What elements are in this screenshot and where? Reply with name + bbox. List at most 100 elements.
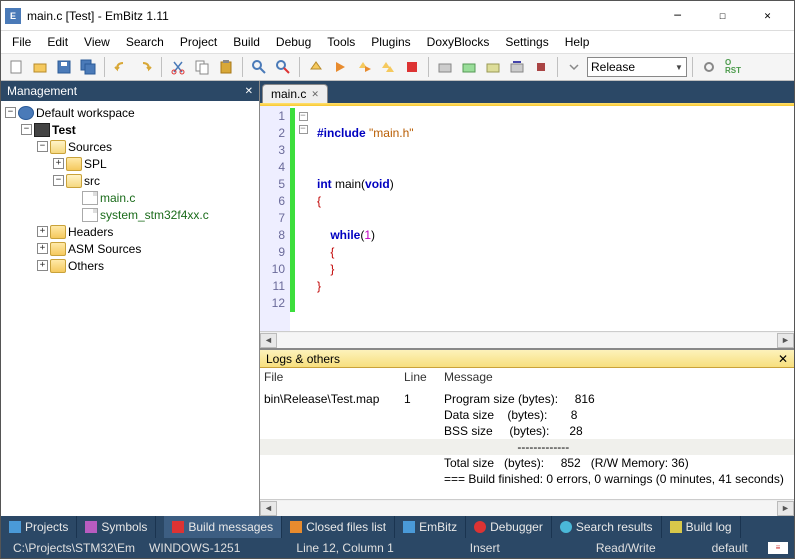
menu-search[interactable]: Search: [119, 33, 171, 51]
tree-expander[interactable]: −: [21, 124, 32, 135]
log-col-message[interactable]: Message: [444, 370, 790, 384]
build-run-icon[interactable]: [353, 56, 375, 78]
tree-expander[interactable]: +: [37, 260, 48, 271]
no-entry-icon: [474, 521, 486, 533]
tree-expander[interactable]: +: [53, 158, 64, 169]
code-content[interactable]: #include #include "main.h""main.h" int m…: [311, 106, 794, 331]
status-bar: C:\Projects\STM32\Em WINDOWS-1251 Line 1…: [1, 538, 794, 558]
project-label[interactable]: Test: [52, 123, 76, 137]
menu-doxyblocks[interactable]: DoxyBlocks: [420, 33, 497, 51]
spl-label[interactable]: SPL: [84, 157, 107, 171]
rebuild-icon[interactable]: [377, 56, 399, 78]
log-msg: BSS size (bytes): 28: [444, 423, 790, 439]
workspace-label[interactable]: Default workspace: [36, 106, 135, 120]
debug-step-icon[interactable]: [482, 56, 504, 78]
menu-file[interactable]: File: [5, 33, 38, 51]
stop-build-icon[interactable]: [401, 56, 423, 78]
editor-tab-main-c[interactable]: main.c ✕: [262, 84, 328, 103]
menu-project[interactable]: Project: [173, 33, 224, 51]
tab-closed-files[interactable]: Closed files list: [282, 516, 395, 538]
paste-icon[interactable]: [215, 56, 237, 78]
tab-embitz[interactable]: EmBitz: [395, 516, 466, 538]
menu-tools[interactable]: Tools: [320, 33, 362, 51]
debug-step-over-icon[interactable]: [506, 56, 528, 78]
tab-symbols[interactable]: Symbols: [77, 516, 156, 538]
folder-icon: [50, 242, 66, 256]
copy-icon[interactable]: [191, 56, 213, 78]
menu-debug[interactable]: Debug: [269, 33, 318, 51]
debug-stop-icon[interactable]: [530, 56, 552, 78]
fold-gutter[interactable]: −−: [295, 106, 311, 331]
target-dropdown-icon[interactable]: [563, 56, 585, 78]
log-msg: Total size (bytes): 852 (R/W Memory: 36): [444, 455, 790, 471]
folder-open-icon: [66, 174, 82, 188]
find-icon[interactable]: [248, 56, 270, 78]
undo-icon[interactable]: [110, 56, 132, 78]
new-file-icon[interactable]: [5, 56, 27, 78]
menu-build[interactable]: Build: [226, 33, 267, 51]
redo-icon[interactable]: [134, 56, 156, 78]
rst-icon[interactable]: ORST: [722, 56, 744, 78]
sources-label[interactable]: Sources: [68, 140, 112, 154]
status-lang-icon[interactable]: ≡: [768, 542, 788, 554]
tree-expander[interactable]: −: [53, 175, 64, 186]
run-icon[interactable]: [329, 56, 351, 78]
tab-search-results[interactable]: Search results: [552, 516, 662, 538]
projects-icon: [9, 521, 21, 533]
settings-icon[interactable]: [698, 56, 720, 78]
log-col-file[interactable]: File: [264, 370, 404, 384]
minimize-button[interactable]: ─: [655, 2, 700, 30]
src-label[interactable]: src: [84, 174, 100, 188]
tree-expander[interactable]: −: [37, 141, 48, 152]
log-file: bin\Release\Test.map: [264, 391, 404, 407]
status-encoding[interactable]: WINDOWS-1251: [143, 541, 246, 555]
tree-expander[interactable]: +: [37, 243, 48, 254]
close-button[interactable]: ✕: [745, 2, 790, 30]
tab-build-messages[interactable]: Build messages: [164, 516, 282, 538]
project-tree[interactable]: −Default workspace −Test −Sources +SPL −…: [1, 101, 259, 516]
maximize-button[interactable]: ☐: [700, 2, 745, 30]
menu-edit[interactable]: Edit: [40, 33, 75, 51]
debug-continue-icon[interactable]: [458, 56, 480, 78]
replace-icon[interactable]: [272, 56, 294, 78]
headers-label[interactable]: Headers: [68, 225, 113, 239]
logs-body[interactable]: File Line Message bin\Release\Test.map1P…: [260, 368, 794, 499]
tab-projects[interactable]: Projects: [1, 516, 77, 538]
tab-close-icon[interactable]: ✕: [311, 89, 319, 100]
log-msg: Program size (bytes): 816: [444, 391, 790, 407]
logs-title: Logs & others: [266, 352, 340, 366]
save-icon[interactable]: [53, 56, 75, 78]
file-system-c[interactable]: system_stm32f4xx.c: [100, 208, 209, 222]
log-msg: Data size (bytes): 8: [444, 407, 790, 423]
tab-debugger[interactable]: Debugger: [466, 516, 552, 538]
save-all-icon[interactable]: [77, 56, 99, 78]
debug-start-icon[interactable]: [434, 56, 456, 78]
logs-header: Logs & others ✕: [260, 350, 794, 368]
cut-icon[interactable]: [167, 56, 189, 78]
code-editor[interactable]: 123456789101112 −− #include #include "ma…: [260, 106, 794, 331]
tree-expander[interactable]: −: [5, 107, 16, 118]
others-label[interactable]: Others: [68, 259, 104, 273]
logs-h-scrollbar[interactable]: ◄►: [260, 499, 794, 516]
log-line: 1: [404, 391, 444, 407]
menu-plugins[interactable]: Plugins: [364, 33, 417, 51]
tab-build-log[interactable]: Build log: [662, 516, 741, 538]
search-icon: [560, 521, 572, 533]
asm-label[interactable]: ASM Sources: [68, 242, 141, 256]
build-icon[interactable]: [305, 56, 327, 78]
menu-help[interactable]: Help: [558, 33, 597, 51]
management-header: Management ✕: [1, 81, 259, 101]
status-insert-mode[interactable]: Insert: [464, 541, 506, 555]
log-msg: === Build finished: 0 errors, 0 warnings…: [444, 471, 790, 487]
menu-view[interactable]: View: [77, 33, 117, 51]
file-main-c[interactable]: main.c: [100, 191, 135, 205]
file-icon: [82, 208, 98, 222]
open-file-icon[interactable]: [29, 56, 51, 78]
build-target-combo[interactable]: Release ▼: [587, 57, 687, 77]
logs-close-icon[interactable]: ✕: [778, 352, 788, 366]
log-col-line[interactable]: Line: [404, 370, 444, 384]
management-close-icon[interactable]: ✕: [245, 86, 253, 97]
tree-expander[interactable]: +: [37, 226, 48, 237]
menu-settings[interactable]: Settings: [498, 33, 555, 51]
editor-h-scrollbar[interactable]: ◄►: [260, 331, 794, 348]
